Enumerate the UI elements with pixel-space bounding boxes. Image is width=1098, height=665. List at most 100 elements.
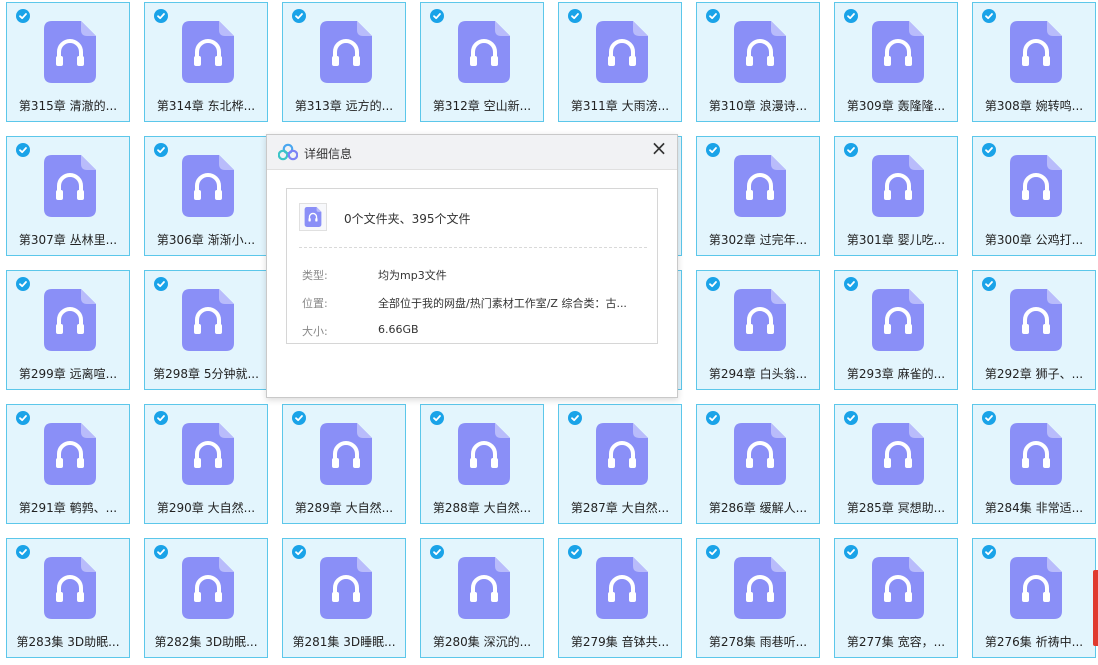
selected-checkbox-icon[interactable]	[154, 545, 168, 559]
selected-checkbox-icon[interactable]	[844, 143, 858, 157]
selected-checkbox-icon[interactable]	[844, 545, 858, 559]
file-name: 第288章 大自然...	[432, 501, 532, 515]
selected-checkbox-icon[interactable]	[16, 411, 30, 425]
selected-checkbox-icon[interactable]	[154, 277, 168, 291]
file-name: 第279集 音钵共...	[570, 635, 670, 649]
file-name: 第299章 远离喧...	[18, 367, 118, 381]
file-tile[interactable]: 第289章 大自然...	[282, 404, 406, 524]
selected-checkbox-icon[interactable]	[706, 277, 720, 291]
file-tile[interactable]: 第308章 婉转鸣...	[972, 2, 1096, 122]
file-name: 第302章 过完年...	[708, 233, 808, 247]
selected-checkbox-icon[interactable]	[706, 545, 720, 559]
selected-checkbox-icon[interactable]	[982, 545, 996, 559]
selected-checkbox-icon[interactable]	[706, 143, 720, 157]
selected-checkbox-icon[interactable]	[292, 9, 306, 23]
headphones-audio-file-icon	[182, 423, 234, 485]
file-tile[interactable]: 第280集 深沉的...	[420, 538, 544, 658]
file-name: 第280集 深沉的...	[432, 635, 532, 649]
details-dialog: 详细信息 × 0个文件夹、395个文件 类型: 均为mp3文件 位置: 全部位于…	[266, 134, 678, 398]
file-tile[interactable]: 第307章 丛林里...	[6, 136, 130, 256]
file-tile[interactable]: 第306章 渐渐小...	[144, 136, 268, 256]
file-tile[interactable]: 第293章 麻雀的...	[834, 270, 958, 390]
selected-checkbox-icon[interactable]	[154, 143, 168, 157]
headphones-audio-file-icon	[44, 155, 96, 217]
selected-checkbox-icon[interactable]	[16, 545, 30, 559]
file-tile[interactable]: 第302章 过完年...	[696, 136, 820, 256]
headphones-audio-file-icon	[44, 423, 96, 485]
file-tile[interactable]: 第301章 婴儿吃...	[834, 136, 958, 256]
file-name: 第276集 祈祷中...	[984, 635, 1084, 649]
selected-checkbox-icon[interactable]	[430, 9, 444, 23]
selected-checkbox-icon[interactable]	[16, 9, 30, 23]
selected-checkbox-icon[interactable]	[154, 9, 168, 23]
type-value: 均为mp3文件	[378, 269, 447, 282]
headphones-audio-file-icon	[182, 289, 234, 351]
file-tile[interactable]: 第279集 音钵共...	[558, 538, 682, 658]
file-name: 第298章 5分钟就...	[153, 367, 259, 381]
file-tile[interactable]: 第298章 5分钟就...	[144, 270, 268, 390]
selected-checkbox-icon[interactable]	[844, 9, 858, 23]
selected-checkbox-icon[interactable]	[568, 411, 582, 425]
file-tile[interactable]: 第300章 公鸡打...	[972, 136, 1096, 256]
file-name: 第310章 浪漫诗...	[708, 99, 808, 113]
selected-checkbox-icon[interactable]	[982, 411, 996, 425]
selected-checkbox-icon[interactable]	[844, 411, 858, 425]
file-name: 第294章 白头翁...	[708, 367, 808, 381]
file-tile[interactable]: 第278集 雨巷听...	[696, 538, 820, 658]
file-tile[interactable]: 第315章 清澈的...	[6, 2, 130, 122]
selected-checkbox-icon[interactable]	[568, 545, 582, 559]
headphones-audio-file-icon	[182, 557, 234, 619]
headphones-audio-file-icon	[734, 557, 786, 619]
file-tile[interactable]: 第299章 远离喧...	[6, 270, 130, 390]
headphones-audio-file-icon	[596, 557, 648, 619]
file-tile[interactable]: 第287章 大自然...	[558, 404, 682, 524]
file-tile[interactable]: 第282集 3D助眠...	[144, 538, 268, 658]
selected-checkbox-icon[interactable]	[706, 9, 720, 23]
file-tile[interactable]: 第286章 缓解人...	[696, 404, 820, 524]
file-name: 第313章 远方的...	[294, 99, 394, 113]
file-name: 第293章 麻雀的...	[846, 367, 946, 381]
file-tile[interactable]: 第283集 3D助眠...	[6, 538, 130, 658]
file-tile[interactable]: 第294章 白头翁...	[696, 270, 820, 390]
type-label: 类型:	[302, 269, 328, 282]
file-tile[interactable]: 第285章 冥想助...	[834, 404, 958, 524]
headphones-audio-file-icon	[44, 289, 96, 351]
file-name: 第292章 狮子、...	[984, 367, 1084, 381]
file-name: 第291章 鹌鹑、...	[18, 501, 118, 515]
file-tile[interactable]: 第310章 浪漫诗...	[696, 2, 820, 122]
selected-checkbox-icon[interactable]	[16, 143, 30, 157]
selected-checkbox-icon[interactable]	[430, 545, 444, 559]
file-tile[interactable]: 第313章 远方的...	[282, 2, 406, 122]
file-tile[interactable]: 第276集 祈祷中...	[972, 538, 1096, 658]
selected-checkbox-icon[interactable]	[568, 9, 582, 23]
baidu-netdisk-logo-icon	[278, 143, 298, 161]
file-name: 第300章 公鸡打...	[984, 233, 1084, 247]
file-tile[interactable]: 第277集 宽容，...	[834, 538, 958, 658]
file-tile[interactable]: 第312章 空山新...	[420, 2, 544, 122]
selected-checkbox-icon[interactable]	[154, 411, 168, 425]
selected-checkbox-icon[interactable]	[844, 277, 858, 291]
selected-checkbox-icon[interactable]	[706, 411, 720, 425]
file-tile[interactable]: 第284集 非常适...	[972, 404, 1096, 524]
close-icon[interactable]: ×	[649, 138, 669, 158]
file-tile[interactable]: 第288章 大自然...	[420, 404, 544, 524]
selected-checkbox-icon[interactable]	[982, 9, 996, 23]
headphones-audio-file-icon	[1010, 423, 1062, 485]
file-tile[interactable]: 第281集 3D睡眠...	[282, 538, 406, 658]
file-tile[interactable]: 第291章 鹌鹑、...	[6, 404, 130, 524]
selected-checkbox-icon[interactable]	[16, 277, 30, 291]
selected-checkbox-icon[interactable]	[982, 143, 996, 157]
file-tile[interactable]: 第290章 大自然...	[144, 404, 268, 524]
headphones-audio-file-icon	[872, 155, 924, 217]
file-name: 第314章 东北桦...	[156, 99, 256, 113]
file-name: 第301章 婴儿吃...	[846, 233, 946, 247]
selected-checkbox-icon[interactable]	[430, 411, 444, 425]
file-tile[interactable]: 第311章 大雨滂...	[558, 2, 682, 122]
headphones-audio-file-icon	[734, 155, 786, 217]
file-tile[interactable]: 第292章 狮子、...	[972, 270, 1096, 390]
selected-checkbox-icon[interactable]	[982, 277, 996, 291]
selected-checkbox-icon[interactable]	[292, 545, 306, 559]
selected-checkbox-icon[interactable]	[292, 411, 306, 425]
file-tile[interactable]: 第309章 轰隆隆...	[834, 2, 958, 122]
file-tile[interactable]: 第314章 东北桦...	[144, 2, 268, 122]
